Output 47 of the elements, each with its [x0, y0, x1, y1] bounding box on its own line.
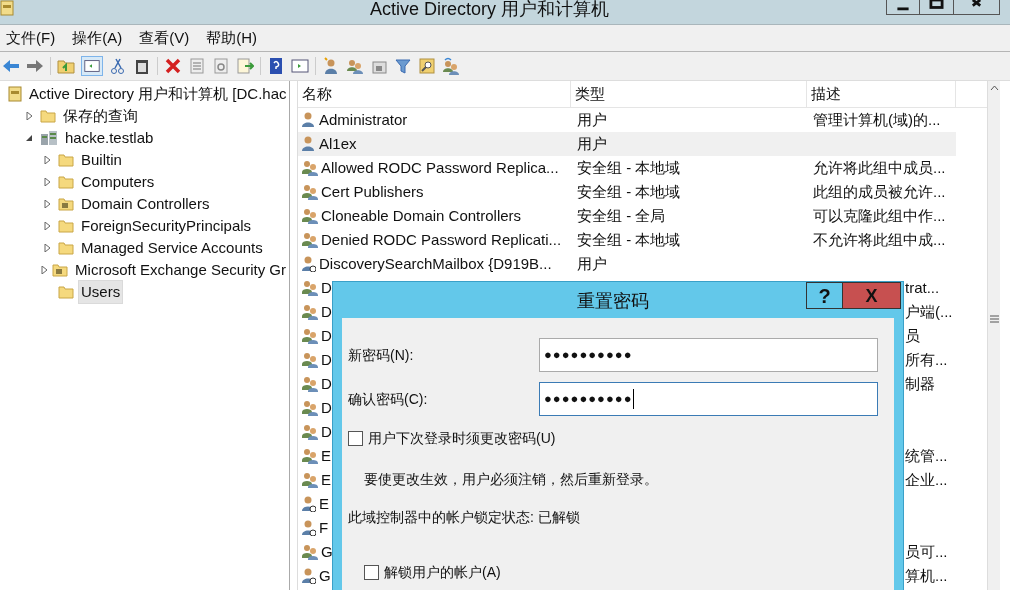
table-cell-text: E	[319, 493, 329, 514]
table-cell-text: E	[321, 445, 331, 466]
table-cell: 制器	[905, 374, 935, 392]
table-cell-text: D	[321, 421, 332, 442]
table-cell-text: D	[321, 397, 332, 418]
window-title: Active Directory 用户和计算机	[370, 0, 610, 21]
table-cell: 安全组 - 本地域	[577, 158, 681, 176]
table-cell-text: Cert Publishers	[321, 181, 424, 202]
table-cell: 企业...	[905, 470, 948, 488]
table-cell-text: D	[321, 277, 332, 298]
table-cell: 用户	[577, 110, 607, 128]
table-cell-text: F	[319, 517, 329, 538]
table-cell: 用户	[577, 134, 607, 152]
table-cell: trat...	[905, 278, 940, 296]
dialog-title: 重置密码	[577, 290, 649, 313]
table-cell-text: Allowed RODC Password Replica...	[321, 157, 559, 178]
table-cell-text: D	[321, 325, 332, 346]
table-cell: 安全组 - 本地域	[577, 230, 681, 248]
table-cell-text: Denied RODC Password Replicati...	[321, 229, 562, 250]
field-label: 新密码(N):	[348, 345, 415, 365]
table-cell-text: D	[321, 349, 332, 370]
table-cell: 所有...	[905, 350, 948, 368]
note-text: 要使更改生效，用户必须注销，然后重新登录。	[363, 470, 659, 489]
table-cell: 允许将此组中成员...	[813, 158, 946, 176]
field-label: 确认密码(C):	[348, 389, 429, 409]
table-cell: 此组的成员被允许...	[813, 182, 946, 200]
table-cell: 员	[905, 326, 920, 344]
table-cell: 户端(...	[905, 302, 953, 320]
table-cell-text: D	[321, 373, 332, 394]
table-cell: 安全组 - 本地域	[577, 182, 681, 200]
table-cell: 管理计算机(域)的...	[813, 110, 941, 128]
table-cell-text: G	[319, 565, 331, 586]
table-cell: 算机...	[905, 566, 948, 584]
table-cell-text: D	[321, 301, 332, 322]
table-cell-text: Administrator	[319, 109, 408, 130]
table-cell-text: DiscoverySearchMailbox {D919B...	[319, 253, 552, 274]
table-cell-text: Cloneable Domain Controllers	[321, 205, 522, 226]
table-cell-text: E	[321, 469, 331, 490]
table-cell-text: G	[321, 541, 333, 562]
table-cell: 安全组 - 全局	[577, 206, 666, 224]
table-cell: 不允许将此组中成...	[813, 230, 946, 248]
table-cell: 可以克隆此组中作...	[813, 206, 946, 224]
table-cell: 统管...	[905, 446, 948, 464]
table-cell: 员可...	[905, 542, 948, 560]
lock-status-text: 此域控制器中的帐户锁定状态: 已解锁	[348, 508, 581, 527]
table-cell: 用户	[577, 254, 607, 272]
table-cell-text: Al1ex	[319, 133, 357, 154]
